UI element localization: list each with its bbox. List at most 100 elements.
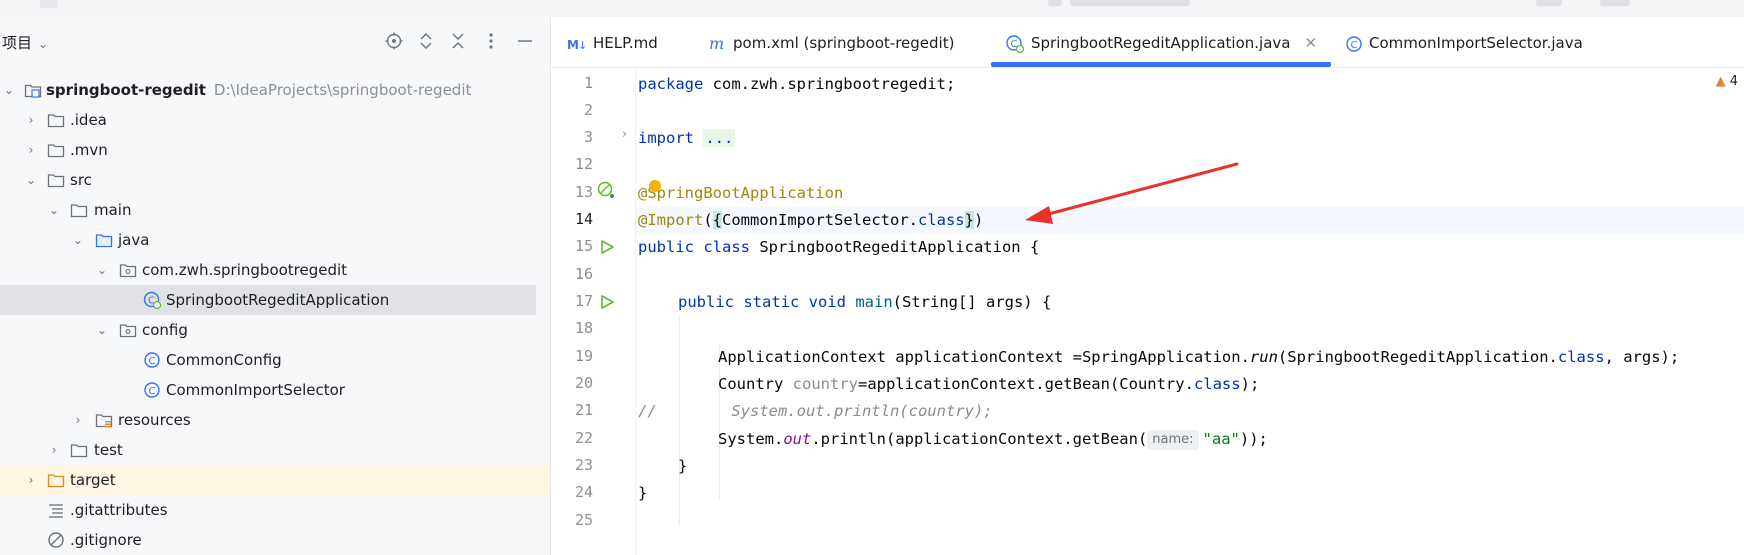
code-token: (String[] args) {: [892, 293, 1052, 311]
intention-bulb-icon[interactable]: [649, 180, 661, 192]
toolbar-icon[interactable]: [1536, 0, 1562, 6]
window-menu-icon[interactable]: [40, 0, 58, 8]
code-line-24[interactable]: }: [638, 480, 647, 507]
collapse-all-icon[interactable]: [447, 30, 469, 52]
folded-imports[interactable]: ...: [703, 129, 736, 147]
tree-node-springboot-application[interactable]: C SpringbootRegeditApplication: [0, 285, 536, 315]
run-icon[interactable]: [599, 294, 615, 310]
run-icon[interactable]: [599, 239, 615, 255]
svg-text:C: C: [149, 356, 156, 367]
line-number: 22: [574, 429, 593, 447]
annotation-arrow: [1025, 162, 1239, 224]
expand-all-icon[interactable]: [415, 30, 437, 52]
tree-node-package-root[interactable]: ⌄ com.zwh.springbootregedit: [0, 255, 540, 285]
code-token: ));: [1239, 430, 1268, 448]
code-line-23[interactable]: }: [678, 453, 687, 480]
tab-springboot-application-java[interactable]: C SpringbootRegeditApplication.java ✕: [1005, 17, 1317, 67]
chevron-right-icon[interactable]: ›: [47, 435, 61, 465]
code-token: .println(applicationContext.getBean(: [811, 430, 1148, 448]
chevron-right-icon[interactable]: ›: [71, 405, 85, 435]
editor-tabs: M ↓ HELP.md m pom.xml (springboot-regedit) …: [551, 17, 1744, 68]
tree-node-label: main: [94, 201, 132, 219]
tree-node-label: java: [118, 231, 150, 249]
options-menu-icon[interactable]: [480, 30, 502, 52]
tree-node-label: target: [70, 471, 116, 489]
code-line-1[interactable]: package com.zwh.springbootregedit;: [638, 71, 955, 98]
keyword-token: import: [638, 129, 694, 147]
code-line-3[interactable]: import ...: [638, 125, 736, 152]
tree-node-project-root[interactable]: ⌄ springboot-regedit D:\IdeaProjects\spri…: [0, 75, 540, 105]
active-tab-indicator: [991, 62, 1331, 67]
close-icon[interactable]: ✕: [1304, 34, 1317, 52]
line-number: 18: [574, 319, 593, 337]
tree-node-common-import-selector[interactable]: C CommonImportSelector: [0, 375, 540, 405]
run-config-selector[interactable]: [1070, 0, 1190, 6]
chevron-right-icon[interactable]: ›: [24, 135, 38, 165]
code-line-15[interactable]: public class SpringbootRegeditApplicatio…: [638, 234, 1039, 261]
unused-variable-token: country: [792, 375, 858, 393]
code-token: }: [678, 457, 688, 475]
tab-label: HELP.md: [593, 34, 658, 52]
tree-node-label: springboot-regedit: [46, 81, 206, 99]
keyword-token: class: [917, 211, 965, 229]
code-line-14[interactable]: @Import({CommonImportSelector.class}): [638, 207, 983, 234]
chevron-down-icon[interactable]: ⌄: [2, 75, 16, 105]
tree-node-path: D:\IdeaProjects\springboot-regedit: [213, 81, 472, 99]
markdown-icon: M ↓: [567, 38, 587, 51]
chevron-down-icon: ⌄: [38, 37, 49, 51]
project-panel-title: 项目: [2, 34, 33, 52]
tab-help-md[interactable]: M ↓ HELP.md: [567, 17, 658, 67]
method-token: main: [855, 293, 893, 311]
comment-token: // System.out.println(country);: [638, 402, 993, 420]
tree-node-src[interactable]: ⌄ src: [0, 165, 540, 195]
warning-icon: ▲: [1715, 74, 1726, 89]
tree-node-target[interactable]: › target: [0, 465, 550, 495]
code-line-19[interactable]: ApplicationContext applicationContext =S…: [718, 344, 1679, 371]
keyword-token: class: [1193, 375, 1241, 393]
code-editor[interactable]: ▲ 4 1 2 3 12 13 14 15 16 17 18 19 20 21 …: [551, 68, 1744, 555]
chevron-down-icon[interactable]: ⌄: [24, 165, 38, 195]
tree-node-common-config[interactable]: C CommonConfig: [0, 345, 540, 375]
keyword-token: package: [638, 75, 704, 93]
chevron-down-icon[interactable]: ⌄: [95, 315, 109, 345]
tree-node-mvn[interactable]: › .mvn: [0, 135, 540, 165]
tab-common-import-selector-java[interactable]: C CommonImportSelector.java: [1345, 17, 1583, 67]
tab-label: CommonImportSelector.java: [1369, 34, 1583, 52]
tree-node-config[interactable]: ⌄ config: [0, 315, 540, 345]
tree-node-gitattributes[interactable]: .gitattributes: [0, 495, 540, 525]
chevron-down-icon[interactable]: ⌄: [47, 195, 61, 225]
code-token: , args);: [1604, 348, 1680, 366]
svg-text:↓: ↓: [578, 39, 587, 51]
tree-node-java[interactable]: ⌄ java: [0, 225, 540, 255]
chevron-right-icon[interactable]: ›: [24, 105, 38, 135]
tree-node-gitignore[interactable]: .gitignore: [0, 525, 540, 555]
chevron-down-icon[interactable]: ⌄: [71, 225, 85, 255]
chevron-right-icon[interactable]: ›: [24, 465, 38, 495]
code-line-22[interactable]: System.out.println(applicationContext.ge…: [718, 426, 1268, 453]
toolbar-icon[interactable]: [1600, 0, 1630, 6]
line-number: 21: [574, 401, 593, 419]
folder-icon: [47, 114, 65, 128]
run-config-icon[interactable]: [1048, 0, 1062, 6]
inspection-widget[interactable]: ▲ 4: [1716, 74, 1738, 89]
tab-label: SpringbootRegeditApplication.java: [1031, 34, 1291, 52]
hide-panel-icon[interactable]: [514, 30, 536, 52]
tree-node-main[interactable]: ⌄ main: [0, 195, 540, 225]
spring-boot-class-icon: C: [143, 291, 161, 309]
tree-node-test[interactable]: › test: [0, 435, 540, 465]
code-token: }: [638, 484, 648, 502]
locate-file-icon[interactable]: [383, 30, 405, 52]
tab-pom-xml[interactable]: m pom.xml (springboot-regedit): [709, 17, 954, 67]
fold-expand-icon[interactable]: ›: [622, 127, 627, 142]
warning-count: 4: [1729, 74, 1738, 89]
annotation-token: @SpringBootApplication: [638, 184, 844, 202]
tree-node-idea[interactable]: › .idea: [0, 105, 540, 135]
code-line-17[interactable]: public static void main(String[] args) {: [678, 289, 1051, 316]
code-line-20[interactable]: Country country=applicationContext.getBe…: [718, 371, 1259, 398]
project-view-selector[interactable]: 项目 ⌄: [2, 32, 48, 53]
tree-node-resources[interactable]: › resources: [0, 405, 540, 435]
code-line-21[interactable]: // System.out.println(country);: [638, 398, 993, 425]
spring-bean-gutter-icon[interactable]: [596, 180, 618, 202]
chevron-down-icon[interactable]: ⌄: [95, 255, 109, 285]
code-line-13[interactable]: @SpringBootApplication: [638, 180, 843, 207]
